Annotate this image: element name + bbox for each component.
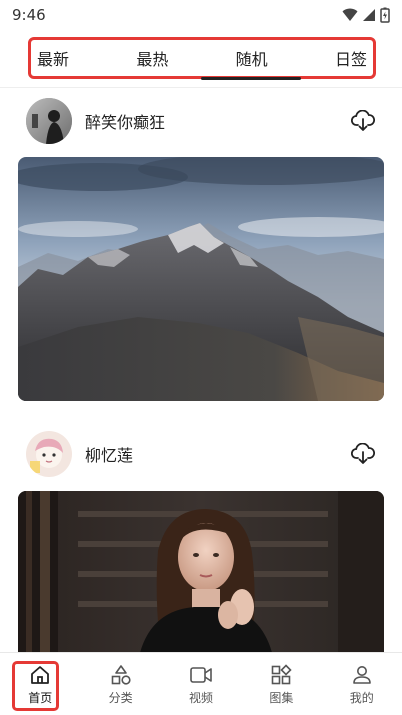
- nav-gallery[interactable]: 图集: [241, 653, 321, 715]
- nav-profile[interactable]: 我的: [322, 653, 402, 715]
- tab-group-highlight: 最新 最热 随机 日签: [28, 37, 376, 79]
- profile-icon: [352, 665, 371, 684]
- category-icon: [111, 664, 131, 685]
- category-tab-bar: 最新 最热 随机 日签: [0, 30, 402, 88]
- gallery-icon: [272, 663, 292, 684]
- nav-label: 图集: [269, 690, 294, 705]
- username[interactable]: 醉笑你癫狂: [85, 109, 350, 133]
- user-avatar[interactable]: [26, 431, 72, 477]
- nav-label: 分类: [108, 690, 133, 705]
- username[interactable]: 柳忆莲: [85, 442, 350, 466]
- post-image[interactable]: [18, 157, 384, 401]
- status-time: 9:46: [12, 6, 46, 24]
- battery-icon: [380, 7, 390, 23]
- tab-hottest[interactable]: 最热: [136, 46, 168, 70]
- nav-video[interactable]: 视频: [161, 653, 241, 715]
- download-button[interactable]: [350, 441, 376, 467]
- mountain-landscape-image: [18, 157, 384, 401]
- post-header: 柳忆莲: [26, 431, 376, 477]
- video-icon: [190, 666, 212, 683]
- cloud-download-icon: [351, 110, 375, 131]
- cloud-download-icon: [351, 443, 375, 464]
- tab-latest[interactable]: 最新: [37, 46, 69, 70]
- post-header: 醉笑你癫狂: [26, 98, 376, 144]
- avatar-dark-figure-icon: [26, 98, 72, 144]
- nav-label: 我的: [349, 690, 374, 705]
- active-tab-indicator: [201, 77, 301, 80]
- active-nav-highlight: [12, 661, 59, 711]
- post-image[interactable]: [18, 491, 384, 652]
- avatar-cartoon-girl-icon: [26, 431, 72, 477]
- user-avatar[interactable]: [26, 98, 72, 144]
- woman-portrait-image: [18, 491, 384, 652]
- status-bar: 9:46: [0, 0, 402, 30]
- status-icons: [342, 7, 390, 23]
- feed[interactable]: 醉笑你癫狂 柳忆莲: [0, 88, 402, 652]
- nav-category[interactable]: 分类: [80, 653, 160, 715]
- download-button[interactable]: [350, 108, 376, 134]
- tab-random[interactable]: 随机: [236, 46, 268, 70]
- tab-daily[interactable]: 日签: [335, 46, 367, 70]
- signal-icon: [363, 9, 375, 21]
- nav-label: 视频: [188, 690, 213, 705]
- wifi-icon: [342, 8, 358, 21]
- bottom-navigation: 首页 分类 视频 图集 我的: [0, 652, 402, 715]
